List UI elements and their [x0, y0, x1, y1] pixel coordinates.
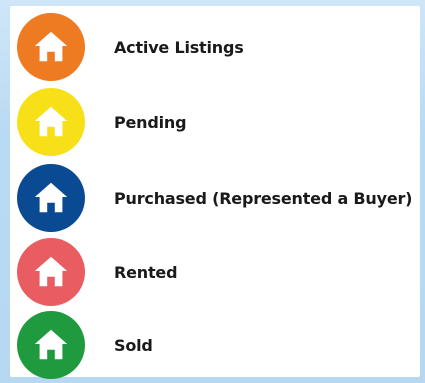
pending-house-icon — [17, 88, 85, 156]
purchased-house-icon — [17, 164, 85, 232]
legend-label: Purchased (Represented a Buyer) — [114, 188, 413, 208]
sold-house-icon — [17, 311, 85, 379]
legend-item-sold: Sold — [10, 311, 420, 379]
legend-panel: Active Listings Pending Purchased (Repre… — [10, 6, 420, 379]
legend-item-active-listings: Active Listings — [10, 13, 420, 81]
legend-frame: Active Listings Pending Purchased (Repre… — [0, 0, 425, 383]
legend-label: Rented — [114, 262, 178, 282]
legend-item-rented: Rented — [10, 238, 420, 306]
legend-label: Sold — [114, 335, 153, 355]
rented-house-icon — [17, 238, 85, 306]
legend-label: Pending — [114, 112, 187, 132]
legend-item-purchased: Purchased (Represented a Buyer) — [10, 164, 420, 232]
legend-item-pending: Pending — [10, 88, 420, 156]
legend-label: Active Listings — [114, 37, 244, 57]
active-listings-house-icon — [17, 13, 85, 81]
